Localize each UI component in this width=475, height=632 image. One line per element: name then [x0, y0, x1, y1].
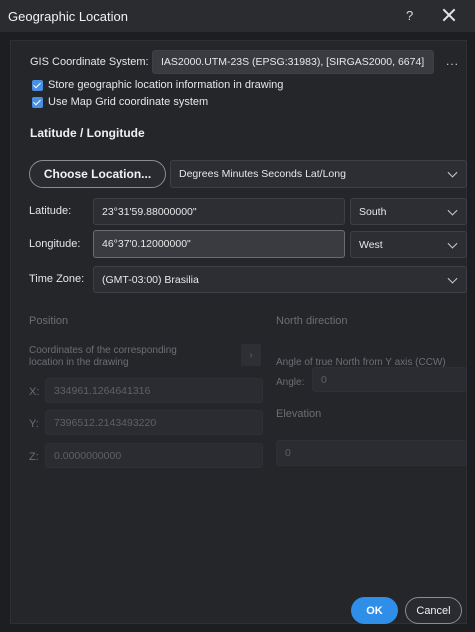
gis-coordinate-value: IAS2000.UTM-23S (EPSG:31983), [SIRGAS200…: [161, 56, 425, 68]
window-title: Geographic Location: [8, 8, 128, 24]
title-bar: Geographic Location ?: [0, 0, 475, 32]
latitude-value: 23°31'59.88000000": [102, 205, 197, 218]
z-input: 0.0000000000: [45, 443, 263, 468]
y-input: 7396512.2143493220: [45, 410, 263, 435]
elevation-input: 0: [276, 440, 467, 466]
gis-coordinate-field[interactable]: IAS2000.UTM-23S (EPSG:31983), [SIRGAS200…: [152, 50, 434, 74]
cancel-label: Cancel: [416, 604, 451, 617]
latitude-label: Latitude:: [29, 205, 72, 217]
x-value: 334961.1264641316: [54, 384, 151, 397]
timezone-label: Time Zone:: [29, 273, 85, 285]
pick-point-button: ›: [241, 344, 261, 366]
ok-button[interactable]: OK: [351, 597, 398, 624]
latitude-direction-select[interactable]: South: [350, 198, 467, 225]
timezone-select[interactable]: (GMT-03:00) Brasilia: [93, 266, 467, 293]
z-label: Z:: [29, 451, 39, 463]
gis-label: GIS Coordinate System:: [30, 56, 149, 68]
choose-location-label: Choose Location...: [43, 167, 152, 181]
angle-input: 0: [312, 367, 467, 392]
help-button[interactable]: ?: [406, 8, 413, 23]
angle-value: 0: [321, 373, 327, 386]
latitude-direction-value: South: [359, 205, 387, 218]
store-location-checkbox[interactable]: [32, 80, 43, 91]
longitude-direction-select[interactable]: West: [350, 231, 467, 258]
position-desc-line1: Coordinates of the corresponding: [29, 345, 177, 356]
y-value: 7396512.2143493220: [54, 416, 157, 429]
longitude-label: Longitude:: [29, 238, 81, 250]
ok-label: OK: [366, 604, 383, 617]
longitude-input[interactable]: 46°37'0.12000000": [93, 230, 345, 258]
store-location-label: Store geographic location information in…: [48, 79, 284, 91]
choose-location-button[interactable]: Choose Location...: [29, 160, 166, 188]
format-select[interactable]: Degrees Minutes Seconds Lat/Long: [170, 160, 467, 188]
map-grid-label: Use Map Grid coordinate system: [48, 96, 209, 108]
latitude-input[interactable]: 23°31'59.88000000": [93, 198, 345, 225]
map-grid-checkbox[interactable]: [32, 97, 43, 108]
x-input: 334961.1264641316: [45, 378, 263, 403]
format-value: Degrees Minutes Seconds Lat/Long: [179, 168, 346, 180]
elevation-title: Elevation: [276, 408, 322, 420]
north-direction-title: North direction: [276, 315, 348, 327]
timezone-value: (GMT-03:00) Brasilia: [102, 273, 199, 286]
angle-label: Angle:: [276, 377, 305, 388]
z-value: 0.0000000000: [54, 449, 122, 462]
more-options-button[interactable]: ...: [446, 54, 459, 68]
longitude-value: 46°37'0.12000000": [102, 238, 191, 250]
y-label: Y:: [29, 418, 39, 430]
x-label: X:: [29, 386, 40, 398]
close-icon[interactable]: [440, 6, 458, 24]
elevation-value: 0: [285, 447, 291, 459]
cancel-button[interactable]: Cancel: [405, 597, 462, 624]
position-desc-line2: location in the drawing: [29, 357, 129, 368]
latlong-section-title: Latitude / Longitude: [30, 126, 145, 140]
longitude-direction-value: West: [359, 238, 383, 251]
position-title: Position: [29, 315, 69, 327]
